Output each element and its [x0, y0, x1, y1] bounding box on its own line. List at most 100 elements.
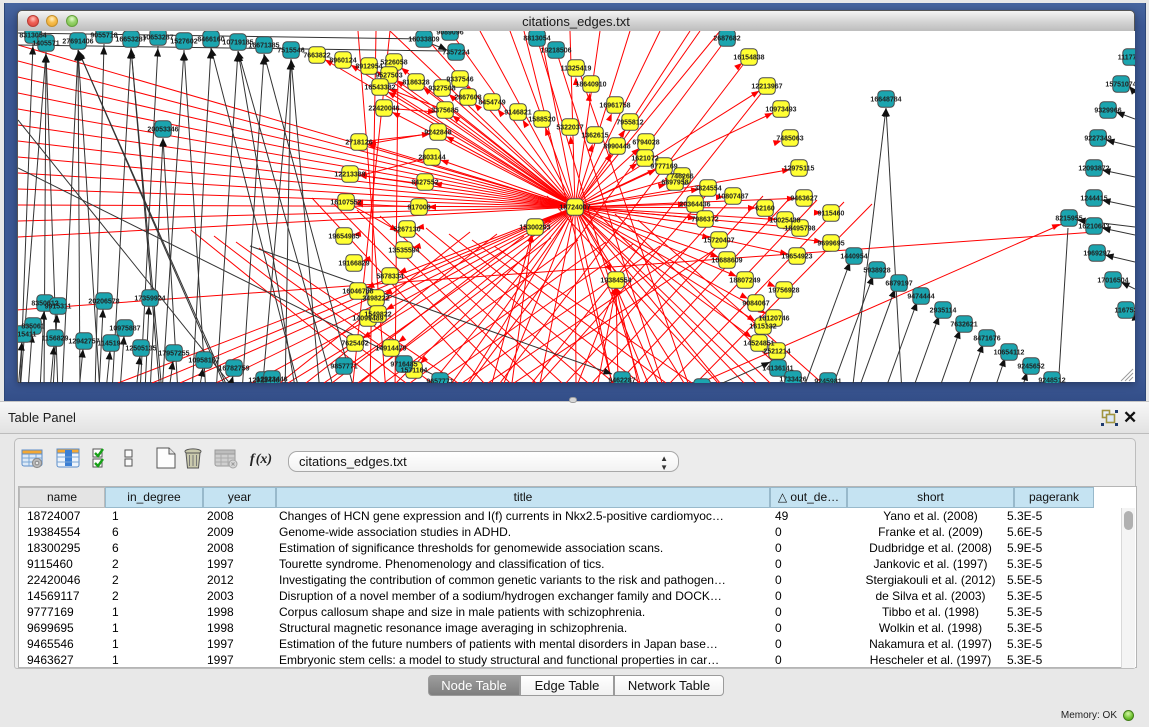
svg-text:1145194: 1145194: [98, 341, 125, 348]
svg-text:14524851: 14524851: [743, 341, 774, 348]
svg-text:19654985: 19654985: [328, 234, 359, 241]
svg-text:17359924: 17359924: [134, 296, 165, 303]
svg-text:15300293: 15300293: [519, 225, 550, 232]
svg-text:9329966: 9329966: [1094, 108, 1121, 115]
svg-text:1362615: 1362615: [581, 133, 608, 140]
svg-text:11325419: 11325419: [561, 66, 592, 73]
svg-text:10688609: 10688609: [711, 258, 742, 265]
svg-text:8813054: 8813054: [523, 36, 550, 43]
svg-text:17957255: 17957255: [158, 351, 189, 358]
svg-text:9248512: 9248512: [1038, 378, 1065, 384]
svg-text:1440954: 1440954: [840, 254, 867, 261]
svg-text:15751074: 15751074: [1105, 82, 1135, 89]
svg-text:18807249: 18807249: [729, 278, 760, 285]
svg-text:1244415: 1244415: [1080, 196, 1107, 203]
svg-text:7357224: 7357224: [442, 50, 469, 57]
svg-text:2935114: 2935114: [930, 308, 957, 315]
svg-text:5226058: 5226058: [380, 60, 407, 67]
svg-text:10807487: 10807487: [717, 194, 748, 201]
svg-text:16782759: 16782759: [218, 366, 249, 373]
svg-text:8990448: 8990448: [603, 144, 630, 151]
svg-text:3498222: 3498222: [362, 296, 389, 303]
svg-text:8215955: 8215955: [1055, 216, 1082, 223]
svg-text:12923446: 12923446: [256, 377, 287, 384]
svg-text:10025438: 10025438: [769, 218, 800, 225]
svg-text:10653287: 10653287: [142, 35, 173, 42]
svg-text:8313054: 8313054: [19, 33, 46, 40]
svg-text:835061: 835061: [21, 324, 44, 331]
svg-text:16543382: 16543382: [364, 85, 395, 92]
svg-text:14914479: 14914479: [375, 346, 406, 353]
svg-text:10973493: 10973493: [765, 107, 796, 114]
svg-text:15720407: 15720407: [703, 238, 734, 245]
svg-text:16648784: 16648784: [870, 97, 901, 104]
svg-text:1405571: 1405571: [32, 41, 59, 48]
svg-text:2718126: 2718126: [345, 140, 372, 147]
svg-text:20053346: 20053346: [147, 127, 178, 134]
svg-text:2521214: 2521214: [763, 349, 790, 356]
svg-text:22420046: 22420046: [368, 106, 399, 113]
svg-text:12213967: 12213967: [751, 84, 782, 91]
svg-text:116753: 116753: [1115, 308, 1135, 315]
svg-text:62160: 62160: [755, 206, 775, 213]
svg-text:7663822: 7663822: [303, 53, 330, 60]
svg-text:917008: 917008: [407, 205, 430, 212]
svg-text:19654923: 19654923: [781, 254, 812, 261]
svg-text:8427552: 8427552: [411, 180, 438, 187]
svg-text:16107552: 16107552: [330, 200, 361, 207]
svg-text:10654112: 10654112: [994, 350, 1025, 357]
svg-text:9327508: 9327508: [428, 86, 455, 93]
svg-text:12975115: 12975115: [784, 166, 815, 173]
svg-text:9337546: 9337546: [446, 77, 473, 84]
svg-text:1571164: 1571164: [401, 368, 428, 375]
svg-text:16961758: 16961758: [599, 103, 630, 110]
svg-text:9242848: 9242848: [424, 130, 451, 137]
svg-text:6879197: 6879197: [885, 281, 912, 288]
svg-text:7632621: 7632621: [950, 322, 977, 329]
svg-text:9527503: 9527503: [375, 73, 402, 80]
svg-text:9716485: 9716485: [390, 362, 417, 369]
svg-text:5267130: 5267130: [393, 227, 420, 234]
svg-text:19384554: 19384554: [600, 278, 631, 285]
svg-text:9915311: 9915311: [45, 304, 72, 311]
svg-text:9084067: 9084067: [742, 301, 769, 308]
svg-text:3375685: 3375685: [431, 108, 458, 115]
svg-text:1527602: 1527602: [170, 39, 197, 46]
svg-text:18640910: 18640910: [575, 82, 606, 89]
svg-text:9146821: 9146821: [504, 110, 531, 117]
svg-text:16046788: 16046788: [342, 289, 373, 296]
svg-text:1615132: 1615132: [749, 324, 776, 331]
svg-text:9055718: 9055718: [90, 33, 117, 40]
svg-text:8186328: 8186328: [402, 80, 429, 87]
svg-text:3915411: 3915411: [18, 332, 37, 339]
svg-text:18724007: 18724007: [559, 205, 590, 212]
svg-text:9857771: 9857771: [330, 364, 357, 371]
svg-text:5322037: 5322037: [556, 125, 583, 132]
svg-text:9474444: 9474444: [907, 294, 934, 301]
svg-text:18495798: 18495798: [784, 226, 815, 233]
svg-text:9657771: 9657771: [426, 379, 453, 384]
svg-text:14136141: 14136141: [762, 366, 793, 373]
svg-text:7485063: 7485063: [776, 136, 803, 143]
svg-text:9777169: 9777169: [650, 164, 677, 171]
svg-text:27691406: 27691406: [62, 39, 93, 46]
svg-text:1117744: 1117744: [1118, 55, 1135, 62]
svg-text:9089096: 9089096: [436, 31, 463, 37]
svg-text:7955812: 7955812: [616, 120, 643, 127]
svg-text:5938928: 5938928: [863, 268, 890, 275]
svg-text:20364436: 20364436: [679, 202, 710, 209]
svg-text:8960124: 8960124: [329, 58, 356, 65]
svg-text:7986372: 7986372: [691, 217, 718, 224]
svg-text:19218506: 19218506: [540, 48, 571, 55]
svg-text:13535594: 13535594: [388, 248, 419, 255]
svg-text:20206578: 20206578: [88, 299, 119, 306]
svg-text:9115460: 9115460: [818, 211, 845, 218]
svg-text:10975887: 10975887: [109, 326, 140, 333]
svg-text:10958107: 10958107: [188, 358, 219, 365]
svg-text:5878334: 5878334: [376, 274, 403, 281]
svg-text:f (x): f (x): [250, 452, 272, 467]
svg-text:1621072: 1621072: [631, 156, 658, 163]
svg-text:3824554: 3824554: [694, 186, 721, 193]
svg-text:8454749: 8454749: [478, 100, 505, 107]
svg-text:19756928: 19756928: [768, 288, 799, 295]
